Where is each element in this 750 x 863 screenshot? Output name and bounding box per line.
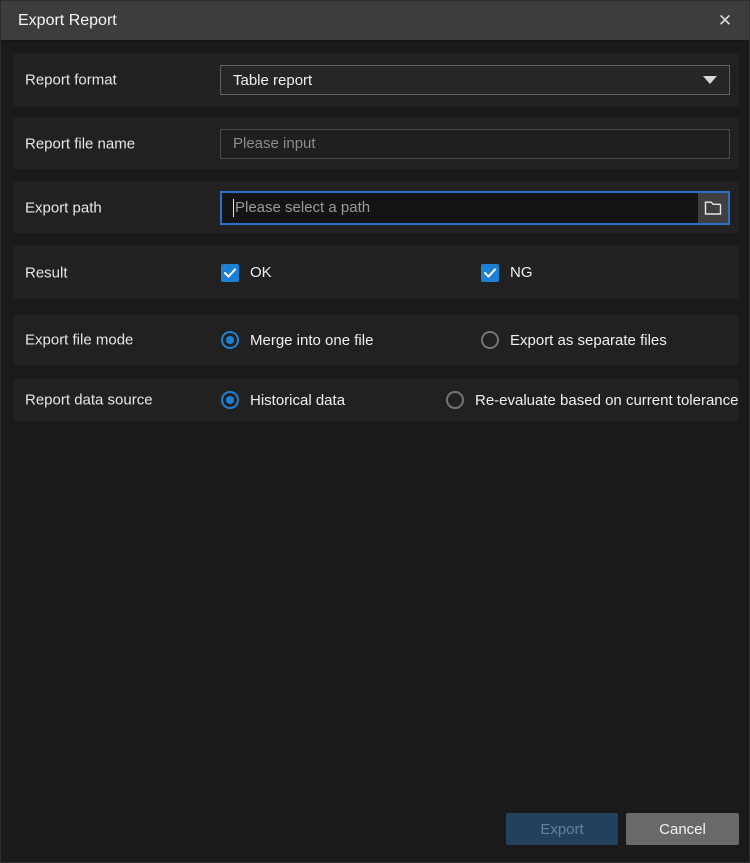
- export-as-separate-files-label: Export as separate files: [510, 332, 667, 349]
- historical-data-label: Historical data: [250, 392, 345, 409]
- export-file-mode-option-separate[interactable]: Export as separate files: [481, 331, 667, 349]
- report-file-name-input[interactable]: [220, 129, 730, 159]
- export-path-input[interactable]: [234, 193, 698, 223]
- result-ng-label: NG: [510, 264, 533, 281]
- report-data-source-option-reevaluate[interactable]: Re-evaluate based on current tolerance: [446, 391, 739, 409]
- report-format-dropdown[interactable]: Table report: [220, 65, 730, 95]
- check-icon: [224, 268, 236, 278]
- browse-path-button[interactable]: [698, 193, 728, 223]
- checkbox-checked-icon: [481, 264, 499, 282]
- export-report-dialog: Export Report ✕ Report format Table repo…: [0, 0, 750, 863]
- dialog-title: Export Report: [18, 12, 117, 30]
- result-option-ok[interactable]: OK: [221, 264, 272, 282]
- report-format-label: Report format: [25, 72, 117, 89]
- report-data-source-option-historical[interactable]: Historical data: [221, 391, 345, 409]
- close-icon: ✕: [718, 11, 732, 30]
- cancel-button[interactable]: Cancel: [626, 813, 739, 845]
- row-export-path: Export path: [13, 182, 739, 233]
- export-file-mode-option-merge[interactable]: Merge into one file: [221, 331, 373, 349]
- export-path-label: Export path: [25, 199, 102, 216]
- re-evaluate-label: Re-evaluate based on current tolerance: [475, 392, 739, 409]
- report-format-selected-value: Table report: [233, 72, 703, 89]
- radio-selected-icon: [221, 331, 239, 349]
- row-report-file-name: Report file name: [13, 118, 739, 169]
- merge-into-one-file-label: Merge into one file: [250, 332, 373, 349]
- export-button[interactable]: Export: [506, 813, 618, 845]
- check-icon: [484, 268, 496, 278]
- export-file-mode-label: Export file mode: [25, 332, 133, 349]
- row-report-data-source: Report data source Historical data Re-ev…: [13, 379, 739, 421]
- radio-selected-icon: [221, 391, 239, 409]
- result-option-ng[interactable]: NG: [481, 264, 533, 282]
- result-ok-label: OK: [250, 264, 272, 281]
- export-path-field: [220, 191, 730, 225]
- row-export-file-mode: Export file mode Merge into one file Exp…: [13, 314, 739, 366]
- radio-unselected-icon: [481, 331, 499, 349]
- dialog-titlebar: Export Report ✕: [1, 1, 750, 41]
- chevron-down-icon: [703, 76, 717, 84]
- report-file-name-label: Report file name: [25, 135, 135, 152]
- folder-icon: [704, 200, 722, 216]
- result-label: Result: [25, 264, 68, 281]
- radio-unselected-icon: [446, 391, 464, 409]
- checkbox-checked-icon: [221, 264, 239, 282]
- close-button[interactable]: ✕: [707, 1, 743, 41]
- row-report-format: Report format Table report: [13, 54, 739, 106]
- row-result: Result OK NG: [13, 246, 739, 299]
- report-data-source-label: Report data source: [25, 392, 153, 409]
